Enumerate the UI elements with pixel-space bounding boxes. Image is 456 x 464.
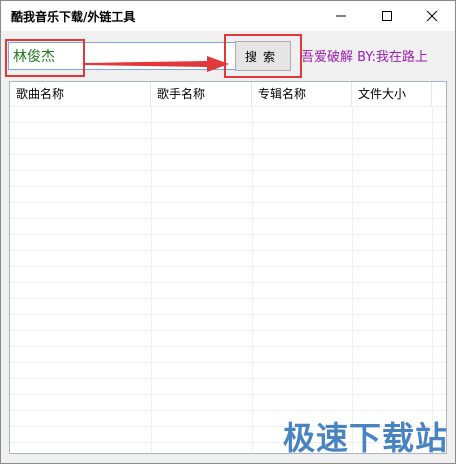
grid-line <box>432 106 433 453</box>
credit-label: 吾爱破解 BY:我在路上 <box>301 50 428 65</box>
grid-line <box>252 106 253 453</box>
arrow-right-icon <box>85 56 229 72</box>
search-button[interactable]: 搜索 <box>235 41 291 71</box>
grid-line <box>352 106 353 453</box>
maximize-icon <box>382 11 392 21</box>
client-area: 搜索 吾爱破解 BY:我在路上 歌曲名称 歌手名称 专辑名称 文件大小 极速下载… <box>1 31 455 463</box>
close-icon <box>426 10 438 22</box>
minimize-button[interactable] <box>318 1 364 31</box>
watermark-logo: 极速下载站 <box>283 419 449 457</box>
window-title: 酷我音乐下载/外链工具 <box>11 10 136 24</box>
search-button-highlight-frame: 搜索 <box>224 34 302 78</box>
column-header-album[interactable]: 专辑名称 <box>252 82 352 106</box>
list-header: 歌曲名称 歌手名称 专辑名称 文件大小 <box>10 82 446 107</box>
search-highlight-frame <box>5 39 85 77</box>
column-header-song[interactable]: 歌曲名称 <box>10 82 151 106</box>
list-grid <box>10 106 446 453</box>
app-window: 酷我音乐下载/外链工具 搜索 吾爱破解 B <box>0 0 456 464</box>
results-list[interactable]: 歌曲名称 歌手名称 专辑名称 文件大小 <box>9 81 447 454</box>
close-button[interactable] <box>409 1 455 31</box>
column-header-size[interactable]: 文件大小 <box>352 82 432 106</box>
title-bar[interactable]: 酷我音乐下载/外链工具 <box>1 1 455 31</box>
maximize-button[interactable] <box>364 1 410 31</box>
column-header-artist[interactable]: 歌手名称 <box>151 82 252 106</box>
minimize-icon <box>336 15 346 17</box>
grid-line <box>151 106 152 453</box>
